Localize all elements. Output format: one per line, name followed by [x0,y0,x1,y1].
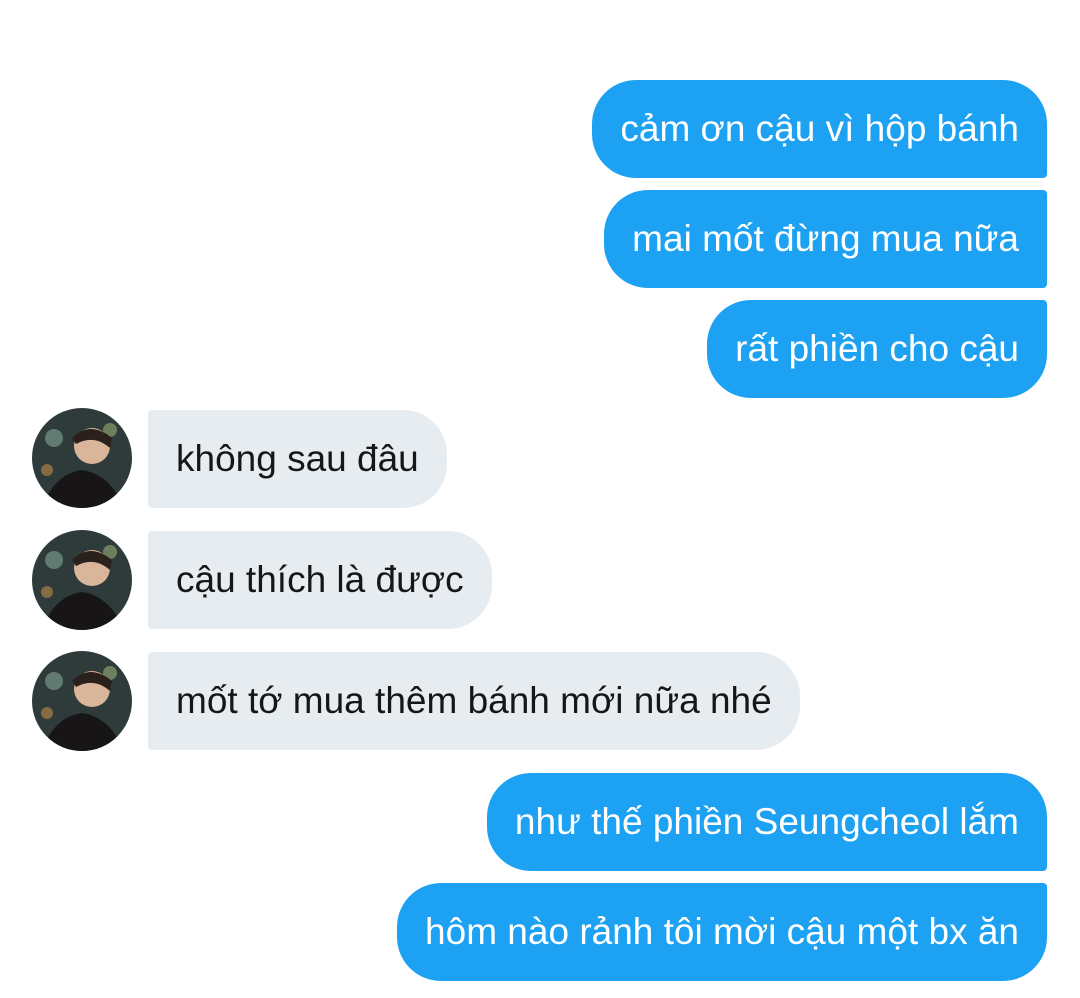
message-bubble-received[interactable]: không sau đâu [148,410,447,508]
contact-avatar-icon[interactable] [32,651,132,751]
message-text: cậu thích là được [176,559,464,600]
message-text: mai mốt đừng mua nữa [632,218,1019,259]
contact-avatar-icon[interactable] [32,408,132,508]
message-bubble-sent[interactable]: rất phiền cho cậu [707,300,1047,398]
message-text: không sau đâu [176,438,419,479]
message-bubble-sent[interactable]: hôm nào rảnh tôi mời cậu một bx ăn [397,883,1047,981]
message-bubble-received[interactable]: cậu thích là được [148,531,492,629]
message-bubble-received[interactable]: mốt tớ mua thêm bánh mới nữa nhé [148,652,800,750]
message-text: hôm nào rảnh tôi mời cậu một bx ăn [425,911,1019,952]
message-bubble-sent[interactable]: như thế phiền Seungcheol lắm [486,773,1047,871]
message-bubble-sent[interactable]: mai mốt đừng mua nữa [604,190,1047,288]
message-text: cảm ơn cậu vì hộp bánh [620,108,1019,149]
message-text: như thế phiền Seungcheol lắm [514,801,1019,842]
message-text: mốt tớ mua thêm bánh mới nữa nhé [176,680,772,721]
message-text: rất phiền cho cậu [735,328,1019,369]
conversation-thread: cảm ơn cậu vì hộp bánh mai mốt đừng mua … [0,0,1080,998]
message-bubble-sent[interactable]: cảm ơn cậu vì hộp bánh [592,80,1047,178]
contact-avatar-icon[interactable] [32,530,132,630]
